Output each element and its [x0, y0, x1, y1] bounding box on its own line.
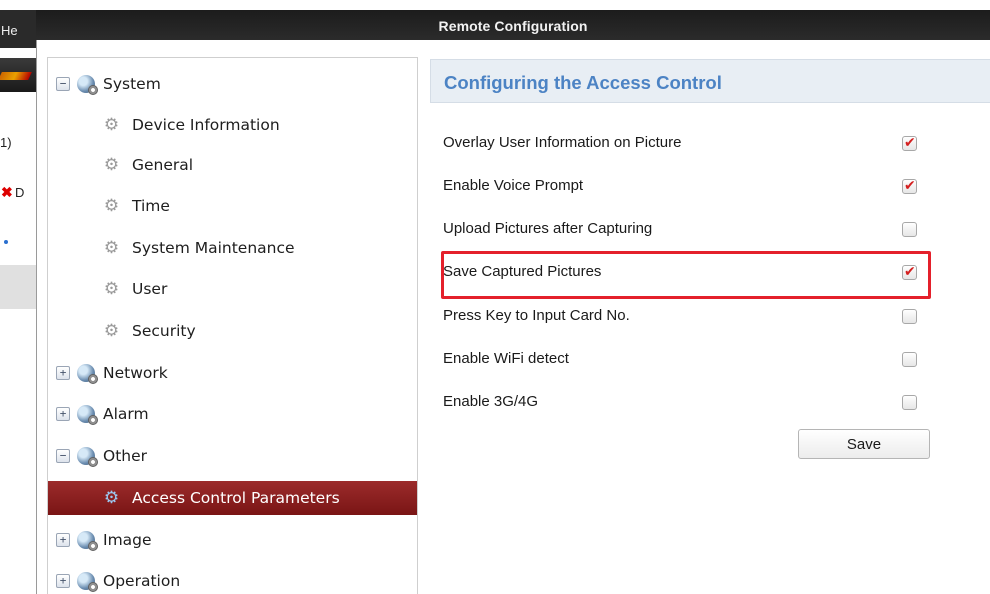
setting-row-overlay-user-information-on-picture: Overlay User Information on Picture — [443, 132, 933, 156]
tree-item-time[interactable]: ⚙ Time — [48, 189, 417, 223]
section-header: Configuring the Access Control — [430, 59, 990, 103]
tree-item-general[interactable]: ⚙ General — [48, 148, 417, 182]
setting-label: Enable WiFi detect — [443, 350, 569, 367]
tree-item-label: Network — [103, 364, 168, 382]
tree-item-label: System Maintenance — [132, 239, 295, 257]
tree-item-label: Other — [103, 447, 148, 465]
gear-icon: ⚙ — [103, 237, 120, 258]
collapse-icon[interactable]: − — [56, 77, 70, 91]
setting-label: Enable Voice Prompt — [443, 177, 584, 194]
background-menu-label[interactable]: He — [1, 23, 18, 38]
tree-item-label: Security — [132, 322, 196, 340]
tree-item-access-control-parameters[interactable]: ⚙ Access Control Parameters — [48, 481, 417, 515]
tree-item-operation[interactable]: + Operation — [48, 564, 417, 594]
setting-checkbox[interactable] — [902, 135, 917, 151]
setting-row-enable-wifi-detect: Enable WiFi detect — [443, 348, 933, 372]
tree-item-user[interactable]: ⚙ User — [48, 272, 417, 306]
settings-globe-icon — [77, 531, 98, 551]
setting-label: Upload Pictures after Capturing — [443, 220, 653, 237]
window-titlebar[interactable]: Remote Configuration — [36, 10, 990, 40]
expand-icon[interactable]: + — [56, 366, 70, 380]
gear-icon: ⚙ — [103, 195, 120, 216]
tree-item-label: Access Control Parameters — [132, 489, 340, 507]
setting-checkbox[interactable] — [902, 178, 917, 194]
tree-item-label: General — [132, 156, 194, 174]
tree-item-alarm[interactable]: + Alarm — [48, 397, 417, 431]
setting-row-enable-3g-4g: Enable 3G/4G — [443, 391, 933, 415]
setting-row-press-key-to-input-card-no: Press Key to Input Card No. — [443, 305, 933, 329]
setting-row-enable-voice-prompt: Enable Voice Prompt — [443, 175, 933, 199]
tree-item-label: Operation — [103, 572, 181, 590]
background-tab-label[interactable]: 1) — [0, 135, 12, 150]
tree-item-label: Time — [132, 197, 170, 215]
expand-icon[interactable]: + — [56, 407, 70, 421]
background-menu-bar: He — [0, 10, 36, 48]
tree-item-other[interactable]: − Other — [48, 439, 417, 473]
setting-label: Enable 3G/4G — [443, 393, 539, 410]
setting-checkbox[interactable] — [902, 352, 917, 367]
setting-checkbox[interactable] — [902, 222, 917, 237]
highlight-box — [441, 251, 931, 299]
settings-globe-icon — [77, 405, 98, 425]
background-selected-row[interactable] — [0, 265, 36, 309]
gear-icon: ⚙ — [103, 320, 120, 341]
tree-item-label: Device Information — [132, 116, 280, 134]
tree-item-device-information[interactable]: ⚙ Device Information — [48, 108, 417, 142]
close-icon[interactable]: ✖ — [1, 184, 13, 201]
tree-item-label: System — [103, 75, 161, 93]
save-button[interactable]: Save — [798, 429, 930, 459]
expand-icon[interactable]: + — [56, 533, 70, 547]
background-logo-banner — [0, 58, 36, 92]
settings-globe-icon — [77, 447, 98, 467]
collapse-icon[interactable]: − — [56, 449, 70, 463]
tree-item-security[interactable]: ⚙ Security — [48, 314, 417, 348]
logo-mark — [0, 72, 32, 80]
background-application: He 1) ✖ D — [0, 0, 36, 594]
tree-item-system-maintenance[interactable]: ⚙ System Maintenance — [48, 231, 417, 265]
background-item-label: D — [15, 185, 25, 200]
content-panel: Configuring the Access Control Overlay U… — [430, 57, 990, 594]
gear-icon: ⚙ — [103, 278, 120, 299]
settings-globe-icon — [77, 572, 98, 592]
gear-icon: ⚙ — [103, 114, 120, 135]
section-title: Configuring the Access Control — [444, 72, 722, 93]
settings-globe-icon — [77, 364, 98, 384]
config-tree: − System ⚙ Device Information ⚙ General ⚙ Time ⚙… — [47, 57, 418, 594]
tree-item-label: Image — [103, 531, 152, 549]
tree-item-label: Alarm — [103, 405, 149, 423]
tree-item-label: User — [132, 280, 168, 298]
setting-checkbox[interactable] — [902, 395, 917, 410]
setting-checkbox[interactable] — [902, 309, 917, 324]
gear-icon: ⚙ — [103, 154, 120, 175]
tree-item-network[interactable]: + Network — [48, 356, 417, 390]
setting-label: Press Key to Input Card No. — [443, 307, 630, 324]
gear-icon: ⚙ — [103, 487, 120, 508]
expand-icon[interactable]: + — [56, 574, 70, 588]
tree-item-system[interactable]: − System — [48, 67, 417, 101]
background-bullet — [4, 240, 8, 244]
window-title: Remote Configuration — [438, 18, 588, 34]
setting-label: Overlay User Information on Picture — [443, 134, 682, 151]
window-border — [36, 40, 37, 594]
setting-row-upload-pictures-after-capturing: Upload Pictures after Capturing — [443, 218, 933, 242]
settings-globe-icon — [77, 75, 98, 95]
tree-item-image[interactable]: + Image — [48, 523, 417, 557]
